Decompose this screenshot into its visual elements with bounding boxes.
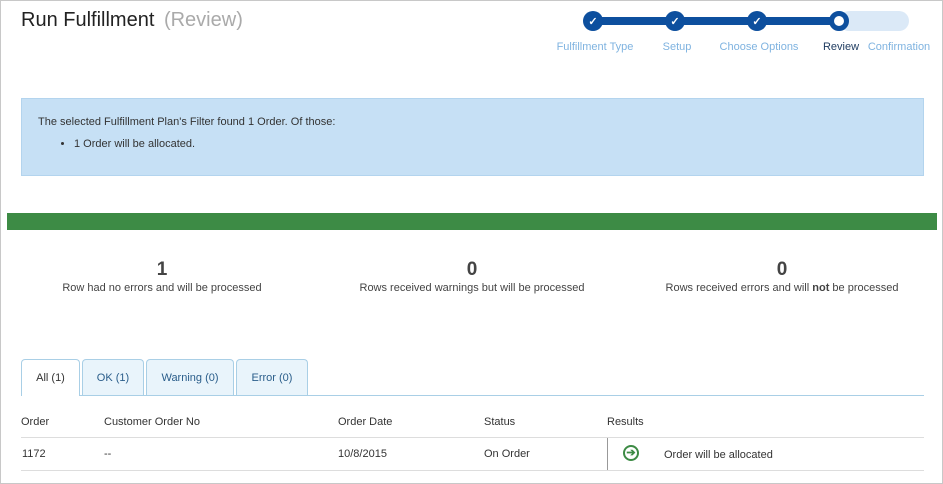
column-header-order-date[interactable]: Order Date [338,416,392,428]
stat-errors-label-end: be processed [829,282,899,294]
info-bullet-list: 1 Order will be allocated. [74,138,195,150]
stat-errors: 0 Rows received errors and will not be p… [632,259,932,294]
stat-errors-count: 0 [776,259,788,280]
wizard-step-3-check-icon: ✓ [747,11,767,31]
cell-order[interactable]: 1172 [22,448,46,460]
wizard-step-4-current-icon [829,11,849,31]
info-message: The selected Fulfillment Plan's Filter f… [38,116,336,128]
stat-no-errors-count: 1 [156,259,168,280]
stat-warnings-label: Rows received warnings but will be proce… [359,282,585,294]
arrow-right-circle-icon[interactable]: ➔ [623,445,639,461]
column-header-results[interactable]: Results [607,416,644,428]
wizard-track-remaining [839,11,909,31]
tab-error[interactable]: Error (0) [236,359,308,395]
wizard-step-fulfillment-type[interactable]: Fulfillment Type [557,41,634,53]
wizard-step-setup[interactable]: Setup [663,41,692,53]
stat-errors-label: Rows received errors and will not be pro… [632,282,932,294]
stat-errors-label-start: Rows received errors and will [665,282,813,294]
stat-no-errors-label: Row had no errors and will be processed [62,282,262,294]
tab-all[interactable]: All (1) [21,359,80,396]
tabs-divider [21,395,924,396]
processing-progress-bar [7,213,937,230]
cell-status: On Order [484,448,530,460]
column-header-status[interactable]: Status [484,416,515,428]
column-header-customer-order-no[interactable]: Customer Order No [104,416,200,428]
stat-errors-label-emphasis: not [812,282,830,294]
tab-ok[interactable]: OK (1) [82,359,144,395]
cell-results: Order will be allocated [664,449,773,461]
wizard-step-review: Review [822,41,860,53]
info-bullet-item: 1 Order will be allocated. [74,138,195,150]
table-row-divider [21,470,924,471]
results-column-separator [607,438,608,470]
table-header-divider [21,437,924,438]
tab-warning[interactable]: Warning (0) [146,359,234,395]
wizard-step-2-check-icon: ✓ [665,11,685,31]
cell-order-date: 10/8/2015 [338,448,387,460]
wizard-step-confirmation: Confirmation [867,41,931,53]
column-header-order[interactable]: Order [21,416,49,428]
stat-warnings: 0 Rows received warnings but will be pro… [322,259,622,294]
wizard-track-completed [591,17,839,25]
wizard-step-1-check-icon: ✓ [583,11,603,31]
info-panel: The selected Fulfillment Plan's Filter f… [21,98,924,176]
wizard-step-choose-options[interactable]: Choose Options [720,41,799,53]
stat-warnings-count: 0 [466,259,478,280]
wizard-progress: ✓ ✓ ✓ Fulfillment Type Setup Choose Opti… [1,1,943,61]
stat-no-errors: 1 Row had no errors and will be processe… [12,259,312,294]
cell-customer-order-no: -- [104,448,112,460]
